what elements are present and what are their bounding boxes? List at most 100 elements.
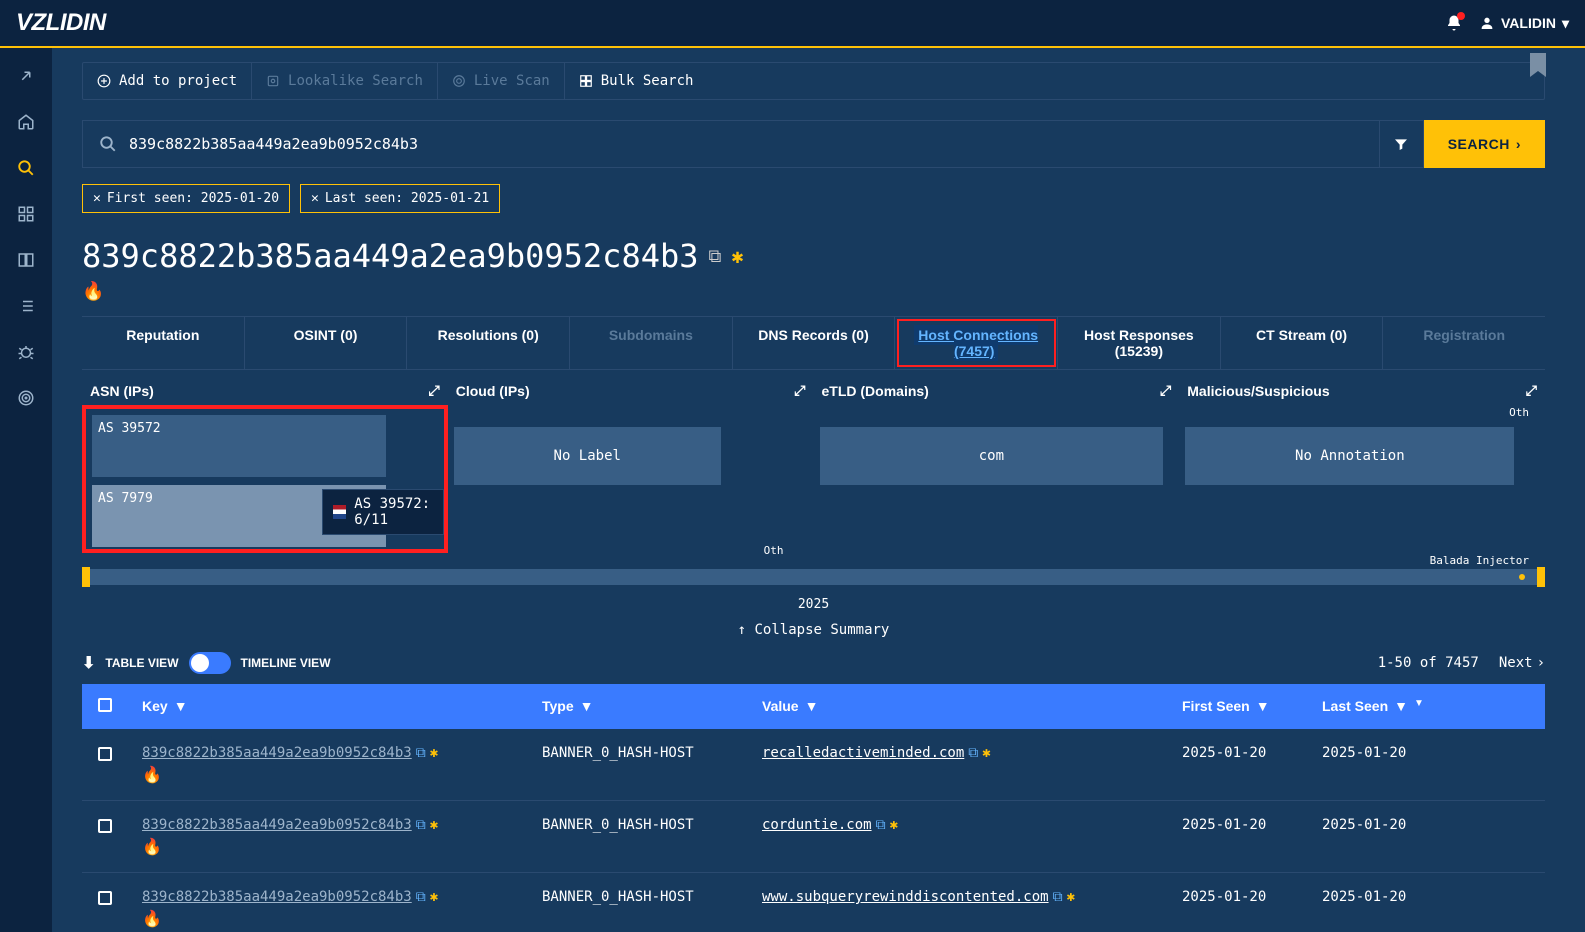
action-label: Live Scan (474, 73, 550, 89)
fire-icon: 🔥 (82, 281, 1545, 302)
column-last-seen[interactable]: Last Seen▼▼ (1322, 698, 1529, 715)
chip-label: Last seen: 2025-01-21 (325, 191, 489, 206)
info-icon[interactable]: ✱ (731, 244, 743, 268)
target-icon[interactable] (16, 388, 36, 408)
info-icon[interactable]: ✱ (1067, 889, 1075, 905)
expand-icon[interactable] (16, 66, 36, 86)
tab-host-responses[interactable]: Host Responses (15239) (1058, 317, 1221, 369)
timeline-handle-right[interactable] (1537, 567, 1545, 587)
home-icon[interactable] (16, 112, 36, 132)
user-name: VALIDIN (1501, 15, 1556, 31)
notifications-icon[interactable] (1445, 14, 1463, 32)
search-input[interactable] (129, 135, 1363, 153)
filter-icon[interactable]: ▼ (1256, 698, 1270, 715)
live-scan-button[interactable]: Live Scan (438, 63, 565, 99)
search-nav-icon[interactable] (16, 158, 36, 178)
filter-icon[interactable]: ▼ (580, 698, 594, 715)
tab-resolutions[interactable]: Resolutions (0) (407, 317, 570, 369)
search-button[interactable]: SEARCH › (1424, 120, 1545, 168)
tab-osint[interactable]: OSINT (0) (245, 317, 408, 369)
expand-panel-icon[interactable]: ⤢ (794, 382, 805, 399)
last-seen-cell: 2025-01-20 (1322, 745, 1529, 761)
row-checkbox[interactable] (98, 891, 112, 905)
key-link[interactable]: 839c8822b385aa449a2ea9b0952c84b3 (142, 817, 412, 833)
column-type[interactable]: Type▼ (542, 698, 762, 715)
grid-icon[interactable] (16, 204, 36, 224)
timeline-year: 2025 (82, 597, 1545, 612)
action-label: Lookalike Search (288, 73, 423, 89)
first-seen-cell: 2025-01-20 (1182, 745, 1322, 761)
tab-registration[interactable]: Registration (1383, 317, 1545, 369)
row-checkbox[interactable] (98, 819, 112, 833)
key-link[interactable]: 839c8822b385aa449a2ea9b0952c84b3 (142, 889, 412, 905)
view-toggle[interactable] (189, 652, 231, 674)
filter-icon[interactable]: ▼ (174, 698, 188, 715)
expand-panel-icon[interactable]: ⤢ (1160, 382, 1171, 399)
value-link[interactable]: www.subqueryrewinddiscontented.com (762, 889, 1049, 905)
balada-label: Balada Injector (1430, 554, 1529, 567)
etld-bar[interactable]: com (820, 427, 1164, 485)
mal-bar[interactable]: No Annotation (1185, 427, 1514, 485)
tab-subdomains[interactable]: Subdomains (570, 317, 733, 369)
expand-panel-icon[interactable]: ⤢ (429, 382, 440, 399)
expand-panel-icon[interactable]: ⤢ (1526, 382, 1537, 399)
sort-icon[interactable]: ▼ (1414, 698, 1424, 715)
first-seen-cell: 2025-01-20 (1182, 889, 1322, 905)
asn-panel: AS 39572 AS 7979 AS 39572: 6/11 (82, 405, 448, 553)
summary-cloud-header: Cloud (IPs) (456, 383, 530, 399)
key-link[interactable]: 839c8822b385aa449a2ea9b0952c84b3 (142, 745, 412, 761)
summary-asn-header: ASN (IPs) (90, 383, 154, 399)
tab-host-connections[interactable]: Host Connections (7457) (895, 317, 1058, 369)
bulk-search-button[interactable]: Bulk Search (565, 63, 708, 99)
copy-icon[interactable]: ⧉ (968, 745, 978, 761)
copy-icon[interactable]: ⧉ (416, 817, 426, 833)
first-seen-chip[interactable]: ✕First seen: 2025-01-20 (82, 184, 290, 213)
column-value[interactable]: Value▼ (762, 698, 1182, 715)
timeline[interactable] (82, 569, 1545, 585)
column-first-seen[interactable]: First Seen▼ (1182, 698, 1322, 715)
collapse-summary-button[interactable]: ↑ Collapse Summary (82, 622, 1545, 638)
panel-icon[interactable] (16, 250, 36, 270)
download-icon[interactable]: ⬇ (82, 653, 95, 673)
next-button[interactable]: Next › (1499, 655, 1545, 671)
row-checkbox[interactable] (98, 747, 112, 761)
info-icon[interactable]: ✱ (430, 745, 438, 761)
copy-icon[interactable]: ⧉ (709, 246, 722, 267)
filter-button[interactable] (1380, 120, 1424, 168)
select-all-checkbox[interactable] (98, 698, 112, 712)
lookalike-search-button[interactable]: Lookalike Search (252, 63, 438, 99)
table-view-label: TABLE VIEW (105, 656, 178, 670)
tab-reputation[interactable]: Reputation (82, 317, 245, 369)
cloud-bar[interactable]: No Label (454, 427, 721, 485)
logo: VZLIDIN (16, 9, 106, 37)
info-icon[interactable]: ✱ (430, 889, 438, 905)
filter-icon[interactable]: ▼ (1394, 698, 1408, 715)
info-icon[interactable]: ✱ (982, 745, 990, 761)
last-seen-chip[interactable]: ✕ Last seen: 2025-01-21 (300, 184, 500, 213)
copy-icon[interactable]: ⧉ (876, 817, 886, 833)
tab-ct-stream[interactable]: CT Stream (0) (1221, 317, 1384, 369)
add-to-project-button[interactable]: Add to project (83, 63, 252, 99)
value-link[interactable]: recalledactiveminded.com (762, 745, 964, 761)
value-link[interactable]: corduntie.com (762, 817, 872, 833)
info-icon[interactable]: ✱ (890, 817, 898, 833)
filter-icon[interactable]: ▼ (805, 698, 819, 715)
chevron-down-icon: ▾ (1562, 15, 1569, 32)
tab-dns[interactable]: DNS Records (0) (733, 317, 896, 369)
type-cell: BANNER_0_HASH-HOST (542, 889, 762, 905)
asn-bar[interactable]: AS 39572 (92, 415, 386, 477)
pagination-range: 1-50 of 7457 (1378, 655, 1479, 671)
fire-icon: 🔥 (142, 837, 542, 856)
copy-icon[interactable]: ⧉ (1053, 889, 1063, 905)
copy-icon[interactable]: ⧉ (416, 745, 426, 761)
close-icon[interactable]: ✕ (93, 191, 101, 206)
column-key[interactable]: Key▼ (142, 698, 542, 715)
close-icon[interactable]: ✕ (311, 191, 319, 206)
info-icon[interactable]: ✱ (430, 817, 438, 833)
timeline-handle-left[interactable] (82, 567, 90, 587)
list-icon[interactable] (16, 296, 36, 316)
user-menu[interactable]: VALIDIN ▾ (1479, 15, 1569, 32)
bookmark-icon[interactable] (1526, 53, 1550, 81)
copy-icon[interactable]: ⧉ (416, 889, 426, 905)
bug-icon[interactable] (16, 342, 36, 362)
